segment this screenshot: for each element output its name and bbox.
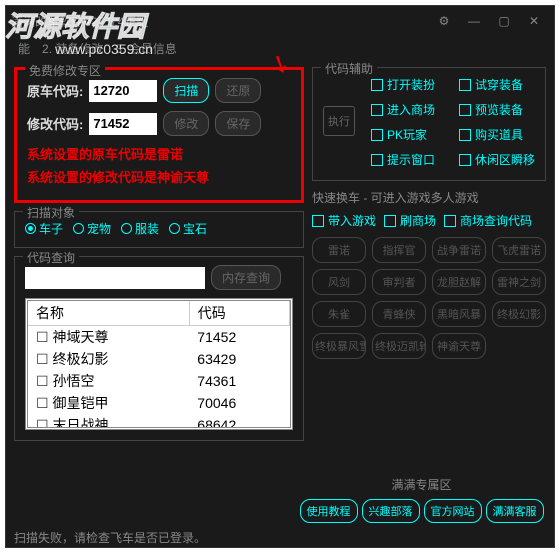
chip[interactable]: 神谕天尊 [432,333,486,359]
check-preview-equip[interactable]: 预览装备 [459,101,535,118]
table-row: 神域天尊71452 [28,326,290,349]
quick-chip-grid: 雷诺 指挥官 战争雷诺 飞虎雷诺 风剑 审判者 龙胆赵解 雷神之剑 朱雀 青蜂侠… [312,237,546,359]
mod-code-input[interactable] [89,113,157,135]
orig-code-input[interactable] [89,80,157,102]
scan-target-group: 扫描对象 车子 宠物 服装 宝石 [14,211,304,248]
code-query-title: 代码查询 [23,249,79,266]
check-mall-query[interactable]: 商场查询代码 [444,212,532,229]
main-window: 满满改车软件V27.5.4正版 ⚙ — ▢ ✕ 能 2. 装备修改 3. 会员信… [5,5,555,548]
table-row: 御皇铠甲70046 [28,392,290,414]
save-button[interactable]: 保存 [215,111,261,136]
scan-target-title: 扫描对象 [23,204,79,221]
minimize-button[interactable]: — [459,11,489,31]
left-column: 免费修改专区 原车代码: 扫描 还原 修改代码: 修改 保存 系统设置的原车代码… [14,67,304,449]
chip[interactable]: 审判者 [372,269,426,295]
mem-query-button[interactable]: 内存查询 [211,265,281,290]
check-enter-mall[interactable]: 进入商场 [371,101,447,118]
check-bring-in[interactable]: 带入游戏 [312,212,376,229]
chip[interactable]: 朱雀 [312,301,366,327]
check-open-dress[interactable]: 打开装扮 [371,76,447,93]
orig-code-label: 原车代码: [27,81,83,100]
radio-gem[interactable]: 宝石 [169,220,207,237]
chip[interactable]: 黑暗风暴 [432,301,486,327]
check-lounge-tp[interactable]: 休闲区瞬移 [459,151,535,168]
titlebar: 满满改车软件V27.5.4正版 ⚙ — ▢ ✕ [6,6,554,36]
table-row: 终极幻影63429 [28,348,290,370]
settings-icon[interactable]: ⚙ [429,11,459,31]
scan-button[interactable]: 扫描 [163,78,209,103]
check-try-equip[interactable]: 试穿装备 [459,76,535,93]
status-bar: 扫描失败，请检查飞车是否已登录。 [6,527,554,547]
quick-title: 快速换车 - 可进入游戏多人游戏 [312,189,546,206]
tutorial-button[interactable]: 使用教程 [300,499,358,523]
menu-item-2[interactable]: 2. 装备修改 [42,40,103,57]
maximize-button[interactable]: ▢ [489,11,519,31]
restore-button[interactable]: 还原 [215,78,261,103]
chip[interactable]: 风剑 [312,269,366,295]
assist-title: 代码辅助 [321,60,377,77]
code-query-input[interactable] [25,267,205,289]
note-1: 系统设置的原车代码是雷诺 [27,144,291,163]
chip[interactable]: 终极幻影 [492,301,546,327]
chip[interactable]: 战争雷诺 [432,237,486,263]
mod-code-label: 修改代码: [27,114,83,133]
code-query-group: 代码查询 内存查询 名称 代码 神域天尊71452 终极幻影63429 [14,256,304,441]
assist-group: 代码辅助 执行 打开装扮 试穿装备 进入商场 预览装备 PK玩家 购买道具 提示… [312,67,546,181]
execute-button[interactable]: 执行 [323,106,355,136]
note-2: 系统设置的修改代码是神谕天尊 [27,167,291,186]
chip[interactable]: 终极暴风雪 [312,333,366,359]
exclusive-area: 满满专属区 使用教程 兴趣部落 官方网站 满满客服 [299,476,544,523]
check-refresh-mall[interactable]: 刷商场 [384,212,436,229]
radio-outfit[interactable]: 服装 [121,220,159,237]
code-table[interactable]: 名称 代码 神域天尊71452 终极幻影63429 孙悟空74361 御皇铠甲7… [25,298,293,430]
support-button[interactable]: 满满客服 [486,499,544,523]
free-modify-title: 免费修改专区 [25,62,105,79]
radio-car[interactable]: 车子 [25,220,63,237]
exclusive-title: 满满专属区 [299,476,544,493]
check-buy-item[interactable]: 购买道具 [459,126,535,143]
radio-pet[interactable]: 宠物 [73,220,111,237]
close-button[interactable]: ✕ [519,11,549,31]
chip[interactable]: 指挥官 [372,237,426,263]
col-code: 代码 [189,301,289,326]
window-title: 满满改车软件V27.5.4正版 [11,13,429,30]
check-hint-window[interactable]: 提示窗口 [371,151,447,168]
menu-item-1[interactable]: 能 [18,40,30,57]
right-column: 代码辅助 执行 打开装扮 试穿装备 进入商场 预览装备 PK玩家 购买道具 提示… [312,67,546,449]
community-button[interactable]: 兴趣部落 [362,499,420,523]
menu-item-3[interactable]: 3. 会员信息 [115,40,176,57]
check-pk-player[interactable]: PK玩家 [371,126,447,143]
table-row: 末日战神68642 [28,414,290,430]
col-name: 名称 [28,301,189,326]
table-row: 孙悟空74361 [28,370,290,392]
website-button[interactable]: 官方网站 [424,499,482,523]
modify-button[interactable]: 修改 [163,111,209,136]
chip[interactable]: 终极迈凯轮 [372,333,426,359]
menubar: 能 2. 装备修改 3. 会员信息 [6,36,554,61]
chip[interactable]: 雷诺 [312,237,366,263]
content-area: 免费修改专区 原车代码: 扫描 还原 修改代码: 修改 保存 系统设置的原车代码… [6,61,554,449]
chip[interactable]: 龙胆赵解 [432,269,486,295]
free-modify-group: 免费修改专区 原车代码: 扫描 还原 修改代码: 修改 保存 系统设置的原车代码… [14,67,304,203]
chip[interactable]: 飞虎雷诺 [492,237,546,263]
chip[interactable]: 雷神之剑 [492,269,546,295]
chip[interactable]: 青蜂侠 [372,301,426,327]
